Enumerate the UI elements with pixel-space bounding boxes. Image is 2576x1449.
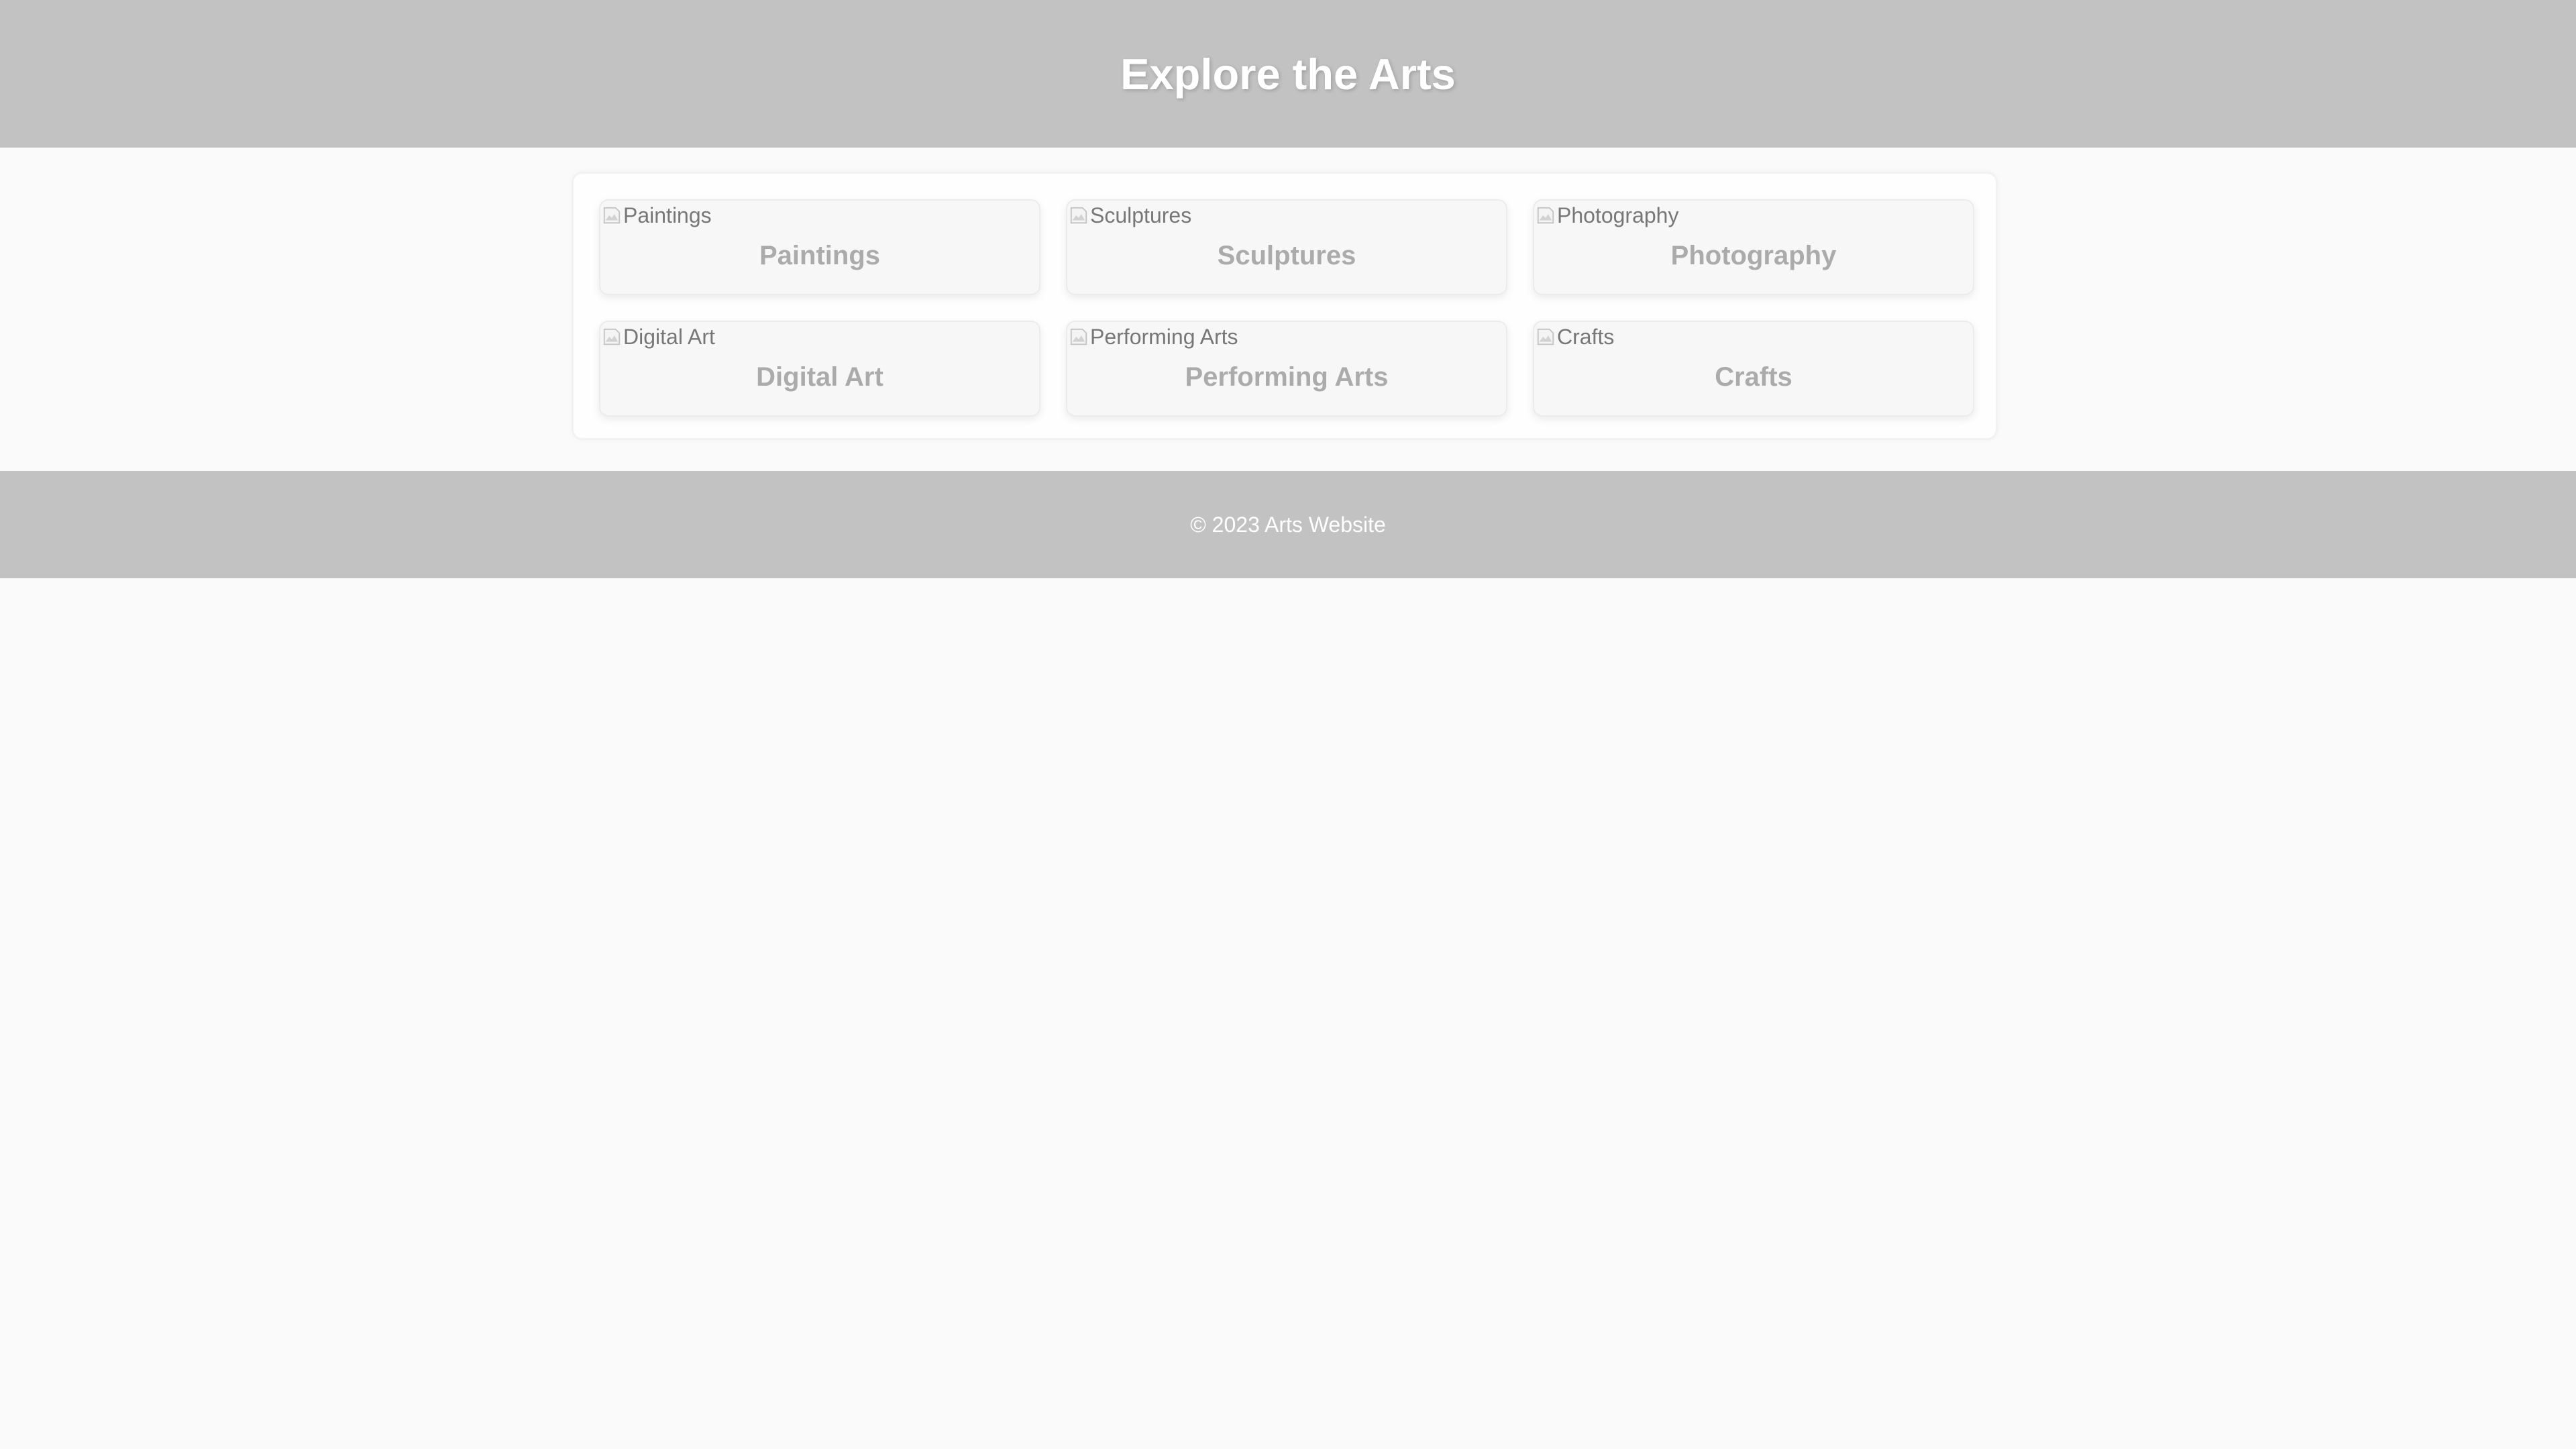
category-grid: Paintings Paintings Sculptures Sculpture…	[599, 199, 1974, 417]
category-card-sculptures[interactable]: Sculptures Sculptures	[1066, 199, 1507, 295]
category-card-crafts[interactable]: Crafts Crafts	[1533, 321, 1974, 417]
broken-image-icon	[603, 328, 621, 345]
category-image: Sculptures	[1069, 205, 1191, 226]
image-alt-text: Photography	[1557, 203, 1679, 227]
broken-image-icon	[1070, 328, 1087, 345]
category-card-digital-art[interactable]: Digital Art Digital Art	[599, 321, 1040, 417]
category-card-performing-arts[interactable]: Performing Arts Performing Arts	[1066, 321, 1507, 417]
category-image: Photography	[1536, 205, 1678, 226]
category-card-photography[interactable]: Photography Photography	[1533, 199, 1974, 295]
broken-image-icon	[1537, 328, 1554, 345]
category-image: Crafts	[1536, 326, 1614, 347]
page-title: Explore the Arts	[1120, 49, 1456, 99]
broken-image-icon	[1537, 207, 1554, 224]
category-image: Performing Arts	[1069, 326, 1238, 347]
category-title: Sculptures	[1217, 241, 1356, 270]
site-header: Explore the Arts	[0, 0, 2576, 148]
image-alt-text: Crafts	[1557, 325, 1615, 349]
copyright-text: © 2023 Arts Website	[1190, 512, 1386, 537]
broken-image-icon	[1070, 207, 1087, 224]
category-image: Digital Art	[602, 326, 715, 347]
image-alt-text: Sculptures	[1090, 203, 1192, 227]
category-card-paintings[interactable]: Paintings Paintings	[599, 199, 1040, 295]
category-title: Photography	[1670, 241, 1837, 270]
main-content: Paintings Paintings Sculptures Sculpture…	[0, 148, 2576, 471]
category-title: Paintings	[759, 241, 881, 270]
site-footer: © 2023 Arts Website	[0, 471, 2576, 578]
image-alt-text: Digital Art	[623, 325, 715, 349]
category-title: Digital Art	[756, 362, 883, 392]
category-image: Paintings	[602, 205, 712, 226]
image-alt-text: Paintings	[623, 203, 712, 227]
image-alt-text: Performing Arts	[1090, 325, 1238, 349]
categories-panel: Paintings Paintings Sculptures Sculpture…	[572, 172, 1998, 440]
broken-image-icon	[603, 207, 621, 224]
category-title: Performing Arts	[1185, 362, 1389, 392]
category-title: Crafts	[1715, 362, 1792, 392]
